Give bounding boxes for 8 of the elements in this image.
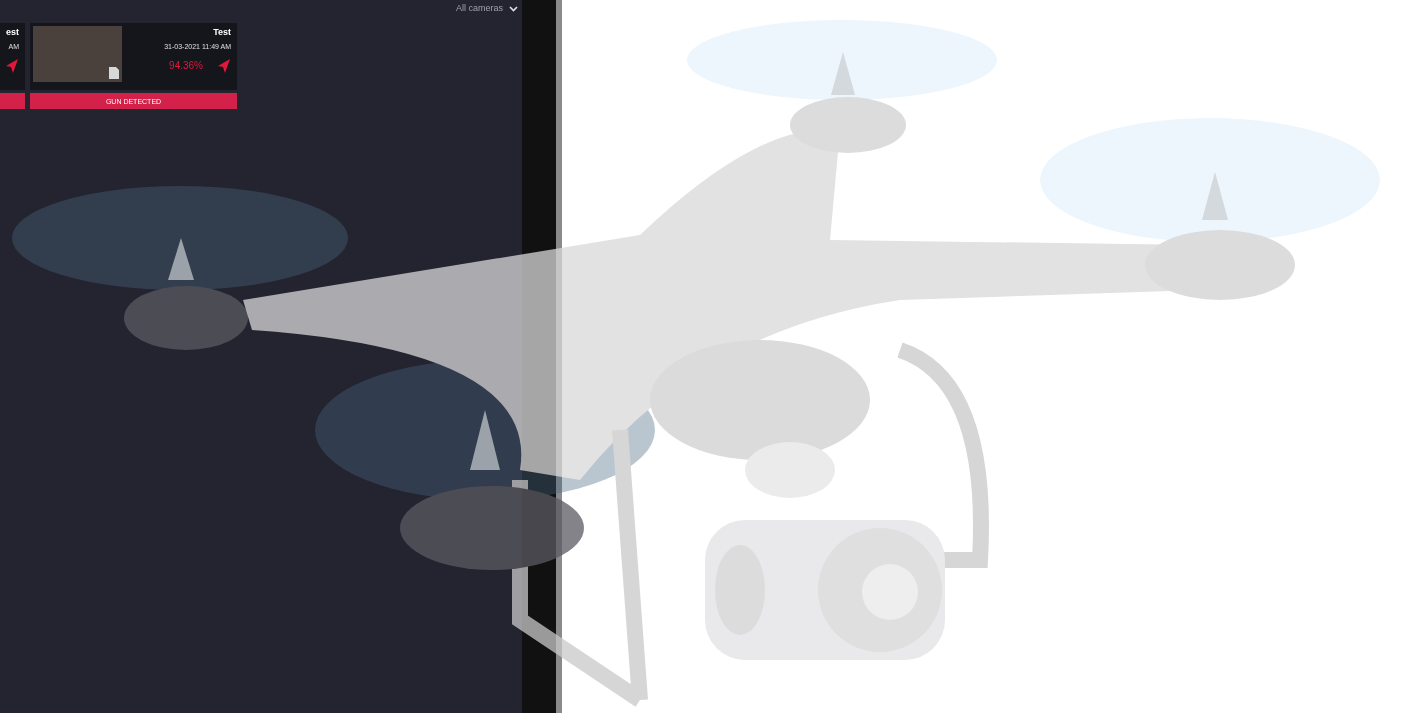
location-arrow-icon xyxy=(5,58,19,74)
document-icon xyxy=(108,66,120,80)
camera-filter-dropdown[interactable]: All cameras xyxy=(456,2,518,16)
card-title: est xyxy=(6,28,19,37)
chevron-down-icon xyxy=(509,6,518,12)
card-title: Test xyxy=(213,28,231,37)
confidence-text: 94.36% xyxy=(169,61,203,71)
location-arrow-icon xyxy=(217,58,231,74)
